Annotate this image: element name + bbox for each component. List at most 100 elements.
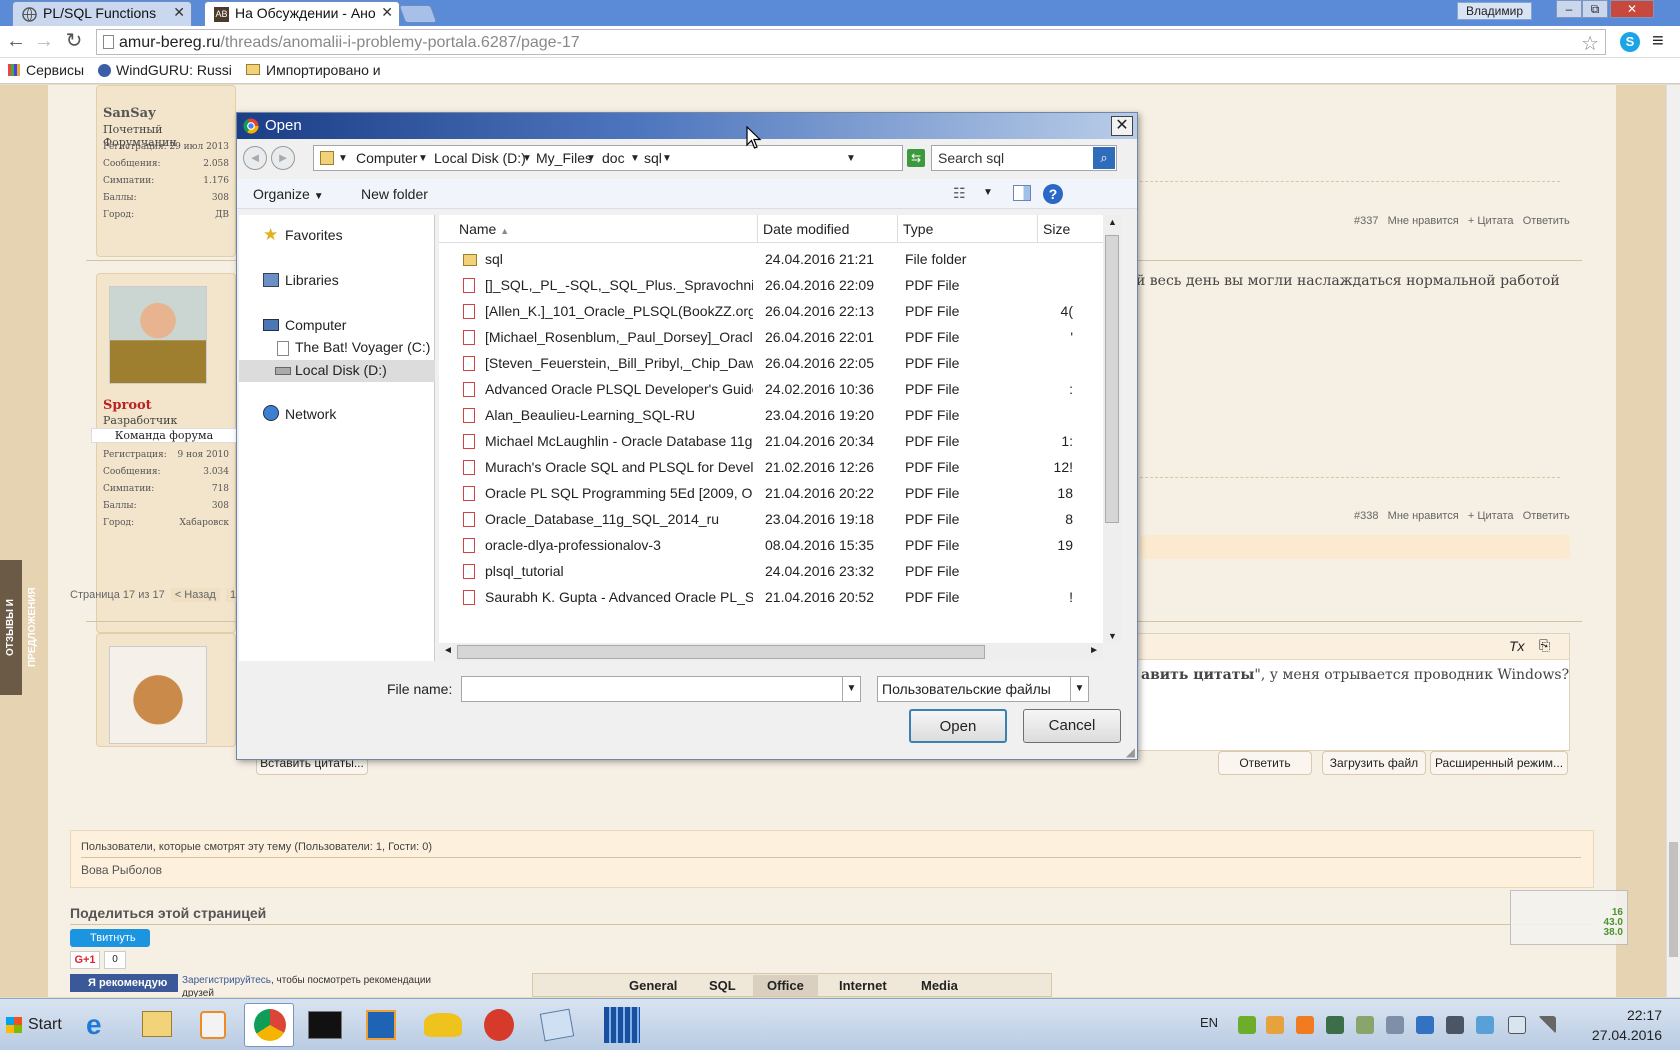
taskbar-sql-tool[interactable] <box>532 1003 582 1047</box>
tab-internet[interactable]: Internet <box>839 978 887 993</box>
tab-plsql-functions[interactable]: PL/SQL Functions ✕ <box>12 1 192 26</box>
chevron-down-icon[interactable]: ▼ <box>662 153 672 164</box>
file-list-horizontal-scrollbar[interactable]: ◄ ► <box>439 643 1103 661</box>
file-row[interactable]: [Michael_Rosenblum,_Paul_Dorsey]_Oracle.… <box>439 325 1103 351</box>
close-tab-icon[interactable]: ✕ <box>381 4 393 21</box>
avatar[interactable] <box>109 286 207 384</box>
taskbar-command-prompt[interactable] <box>300 1003 350 1047</box>
monitor-tray-icon[interactable] <box>1326 1016 1344 1034</box>
nav-drive-c[interactable]: The Bat! Voyager (C:) <box>295 339 430 355</box>
cancel-button[interactable]: Cancel <box>1023 709 1121 743</box>
history-dropdown-icon[interactable]: ▼ <box>846 153 856 164</box>
feedback-side-tab[interactable]: ОТЗЫВЫ И ПРЕДЛОЖЕНИЯ <box>0 560 38 695</box>
column-size[interactable]: Size <box>1043 221 1070 237</box>
reload-icon[interactable]: ↻ <box>62 30 86 54</box>
file-row[interactable]: Oracle PL SQL Programming 5Ed [2009, O'.… <box>439 481 1103 507</box>
username[interactable]: Sproot <box>103 398 152 413</box>
scrollbar-thumb[interactable] <box>457 645 985 659</box>
tab-office[interactable]: Office <box>753 975 818 996</box>
tray-icon[interactable] <box>1356 1016 1374 1034</box>
chevron-down-icon[interactable]: ▼ <box>586 153 596 164</box>
chevron-down-icon[interactable]: ▼ <box>418 153 428 164</box>
tab-media[interactable]: Media <box>921 978 958 993</box>
crumb-my-files[interactable]: My_Files <box>536 150 592 166</box>
scroll-up-icon[interactable]: ▲ <box>1108 217 1117 227</box>
profile-button[interactable]: Владимир <box>1456 2 1532 20</box>
column-divider[interactable] <box>757 215 758 243</box>
crumb-sql[interactable]: sql <box>644 150 662 166</box>
chevron-down-icon[interactable]: ▼ <box>630 153 640 164</box>
media-tray-icon[interactable] <box>1416 1016 1434 1034</box>
facebook-recommend-button[interactable]: Я рекомендую <box>70 974 178 992</box>
chevron-down-icon[interactable]: ▼ <box>983 187 993 198</box>
reply-link[interactable]: Ответить <box>1523 215 1570 227</box>
username[interactable]: SanSay <box>103 106 156 121</box>
crumb-doc[interactable]: doc <box>602 150 625 166</box>
organize-menu[interactable]: Organize ▼ <box>253 186 324 202</box>
start-button[interactable]: Start <box>2 1005 62 1045</box>
gplus-button[interactable]: G+1 <box>70 951 100 969</box>
prev-page-link[interactable]: < Назад <box>170 588 220 602</box>
bookmark-windguru[interactable]: WindGURU: Russia <box>116 62 232 78</box>
file-row[interactable]: Michael McLaughlin - Oracle Database 11g… <box>439 429 1103 455</box>
skype-extension-icon[interactable]: S <box>1620 32 1640 52</box>
column-date-modified[interactable]: Date modified <box>763 221 849 237</box>
register-link[interactable]: Зарегистрируйтесь <box>182 975 271 986</box>
taskbar-media-player[interactable] <box>188 1003 238 1047</box>
bookmark-imported-folder[interactable]: Импортировано и <box>266 62 382 78</box>
menu-icon[interactable]: ≡ <box>1652 30 1664 53</box>
column-divider[interactable] <box>897 215 898 243</box>
nav-computer[interactable]: Computer <box>285 317 346 333</box>
post-number-link[interactable]: #337 <box>1354 215 1378 227</box>
back-icon[interactable]: ◄ <box>243 146 267 170</box>
column-name[interactable]: Name ▲ <box>459 221 509 237</box>
scroll-left-icon[interactable]: ◄ <box>443 645 453 656</box>
chevron-down-icon[interactable]: ▼ <box>842 677 860 701</box>
upload-tray-icon[interactable] <box>1296 1016 1314 1034</box>
taskbar-chrome[interactable] <box>244 1003 294 1047</box>
file-row[interactable]: Oracle_Database_11g_SQL_2014_ru 23.04.201… <box>439 507 1103 533</box>
restore-draft-icon[interactable]: ⎘ <box>1539 637 1550 654</box>
forward-icon[interactable]: → <box>32 30 56 54</box>
open-button[interactable]: Open <box>909 709 1007 743</box>
windows-tray-icon[interactable] <box>1508 1016 1526 1034</box>
taskbar-explorer[interactable] <box>132 1003 182 1047</box>
taskbar-server-app[interactable] <box>596 1003 646 1047</box>
nav-drive-d-selected[interactable]: Local Disk (D:) <box>239 360 435 382</box>
tray-icon[interactable] <box>1266 1016 1284 1034</box>
search-input[interactable]: Search sql ⌕ <box>931 145 1117 171</box>
nav-favorites[interactable]: Favorites <box>285 227 343 243</box>
nvidia-tray-icon[interactable] <box>1238 1016 1256 1034</box>
tab-forum-discussion[interactable]: AB На Обсуждении - Ано ✕ <box>204 1 400 26</box>
view-options-icon[interactable]: ☷ <box>953 185 966 202</box>
scrollbar-thumb[interactable] <box>1105 235 1119 523</box>
signal-icon[interactable] <box>1538 1016 1556 1034</box>
file-row[interactable]: Murach's Oracle SQL and PLSQL for Develo… <box>439 455 1103 481</box>
avatar[interactable] <box>109 646 207 744</box>
file-row[interactable]: [Steven_Feuerstein,_Bill_Pribyl,_Chip_Da… <box>439 351 1103 377</box>
scroll-down-icon[interactable]: ▼ <box>1108 631 1117 641</box>
page-scrollbar[interactable] <box>1666 85 1680 997</box>
taskbar-internet-explorer[interactable]: e <box>76 1003 126 1047</box>
minimize-button[interactable]: – <box>1556 0 1582 18</box>
system-clock[interactable]: 22:17 27.04.2016 <box>1592 1005 1662 1045</box>
file-row[interactable]: [Allen_K.]_101_Oracle_PLSQL(BookZZ.org) 2… <box>439 299 1103 325</box>
reply-button[interactable]: Ответить <box>1218 751 1312 775</box>
viewer-name[interactable]: Вова Рыболов <box>81 863 162 877</box>
advanced-mode-button[interactable]: Расширенный режим... <box>1430 751 1568 775</box>
column-divider[interactable] <box>1037 215 1038 243</box>
taskbar-app-red[interactable] <box>474 1003 524 1047</box>
file-row[interactable]: Alan_Beaulieu-Learning_SQL-RU 23.04.2016 … <box>439 403 1103 429</box>
quote-link[interactable]: + Цитата <box>1468 215 1514 227</box>
network-tray-icon[interactable] <box>1446 1016 1464 1034</box>
upload-file-button[interactable]: Загрузить файл <box>1322 751 1426 775</box>
preview-pane-icon[interactable] <box>1013 185 1031 201</box>
file-row[interactable]: Saurabh K. Gupta - Advanced Oracle PL_SQ… <box>439 585 1103 611</box>
file-row[interactable]: plsql_tutorial 24.04.2016 23:32 PDF File <box>439 559 1103 585</box>
file-list-vertical-scrollbar[interactable]: ▲ ▼ <box>1103 215 1121 643</box>
address-bar[interactable]: amur-bereg.ru/threads/anomalii-i-problem… <box>96 29 1606 55</box>
post-number-link[interactable]: #338 <box>1354 510 1378 522</box>
tweet-button[interactable]: Твитнуть <box>70 929 150 947</box>
file-type-select[interactable]: Пользовательские файлы ▼ <box>877 676 1089 702</box>
volume-icon[interactable] <box>1386 1016 1404 1034</box>
